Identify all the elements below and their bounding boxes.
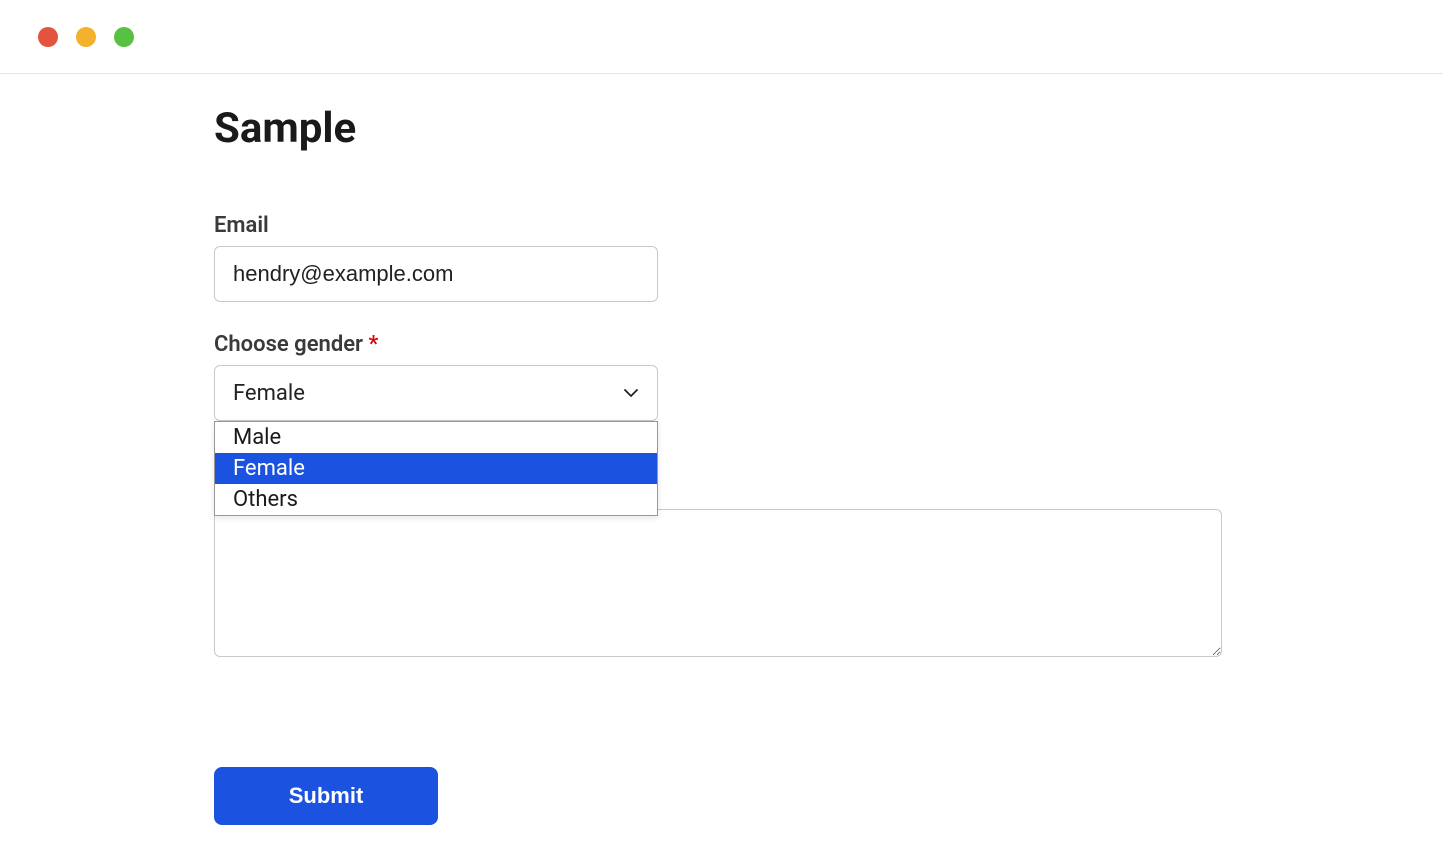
email-field[interactable] [214, 246, 658, 302]
gender-option-male[interactable]: Male [215, 422, 657, 453]
gender-option-female[interactable]: Female [215, 453, 657, 484]
gender-dropdown-panel: Male Female Others [214, 421, 658, 516]
gender-select[interactable]: Female [214, 365, 658, 421]
minimize-window-button[interactable] [76, 27, 96, 47]
gender-field-group: Choose gender * Female Male Female Other… [214, 332, 1229, 661]
form-container: Sample Email Choose gender * Female Male… [0, 74, 1443, 825]
comments-textarea[interactable] [214, 509, 1222, 657]
email-field-group: Email [214, 213, 1229, 302]
email-label: Email [214, 213, 1229, 238]
gender-label-text: Choose gender [214, 332, 363, 357]
gender-label: Choose gender * [214, 332, 1229, 357]
required-star-icon: * [368, 332, 378, 357]
submit-button[interactable]: Submit [214, 767, 438, 825]
page-title: Sample [214, 104, 1229, 153]
gender-option-others[interactable]: Others [215, 484, 657, 515]
chevron-down-icon [623, 385, 639, 401]
maximize-window-button[interactable] [114, 27, 134, 47]
comments-field-group [214, 509, 1229, 661]
gender-select-value: Female [233, 381, 305, 406]
window-titlebar [0, 0, 1443, 74]
close-window-button[interactable] [38, 27, 58, 47]
